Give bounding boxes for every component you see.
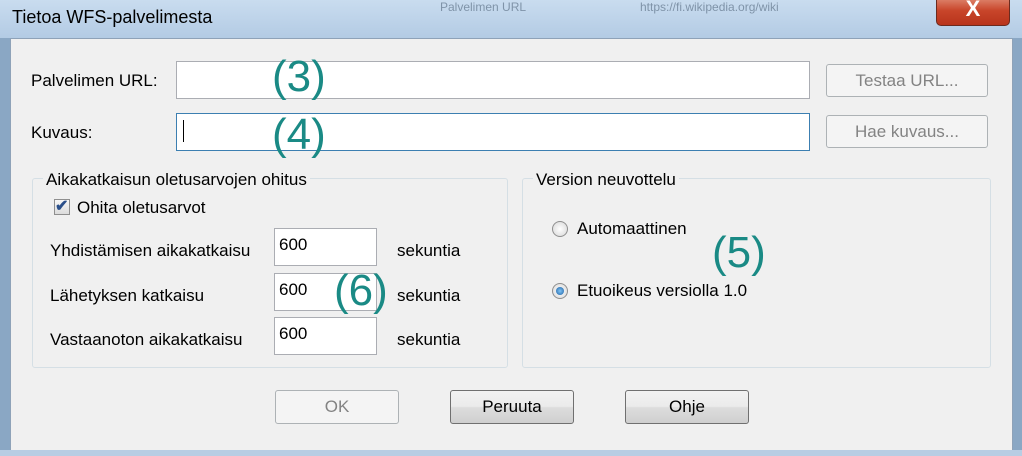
connection-timeout-label: Yhdistämisen aikakatkaisu	[50, 241, 251, 260]
help-button[interactable]: Ohje	[625, 390, 749, 424]
version-group-title: Version neuvottelu	[533, 170, 679, 190]
background-window-url: https://fi.wikipedia.org/wiki	[640, 0, 779, 14]
text-caret	[183, 120, 184, 142]
automatic-version-label: Automaattinen	[577, 219, 687, 238]
prefer-version-label: Etuoikeus versiolla 1.0	[577, 281, 748, 300]
override-defaults-checkbox[interactable]: ✔	[54, 198, 70, 215]
description-label: Kuvaus:	[31, 123, 93, 142]
background-window-text: Palvelimen URL	[440, 0, 527, 14]
send-timeout-unit: sekuntia	[397, 286, 461, 305]
timeout-group-title: Aikakatkaisun oletusarvojen ohitus	[43, 170, 310, 190]
radio-selected-dot	[556, 287, 564, 295]
test-url-button[interactable]: Testaa URL...	[826, 64, 988, 97]
service-url-label: Palvelimen URL:	[31, 71, 158, 90]
window-title: Tietoa WFS-palvelimesta	[12, 7, 213, 27]
fetch-description-button[interactable]: Hae kuvaus...	[826, 115, 988, 148]
prefer-version-radio[interactable]	[552, 283, 568, 299]
connection-timeout-unit: sekuntia	[397, 241, 461, 260]
cancel-button[interactable]: Peruuta	[450, 390, 574, 424]
window-bottom-edge	[0, 450, 1022, 456]
annotation-5: (5)	[712, 228, 766, 277]
ok-button[interactable]: OK	[275, 390, 399, 424]
annotation-3: (3)	[272, 52, 326, 101]
checkmark-icon: ✔	[55, 198, 69, 215]
connection-timeout-input[interactable]: 600	[274, 228, 377, 266]
title-bar: Tietoa WFS-palvelimesta Palvelimen URL h…	[0, 0, 1022, 38]
annotation-6: (6)	[334, 266, 388, 315]
override-defaults-label: Ohita oletusarvot	[77, 198, 206, 217]
annotation-4: (4)	[272, 110, 326, 159]
automatic-version-radio[interactable]	[552, 221, 568, 237]
receive-timeout-unit: sekuntia	[397, 330, 461, 349]
close-icon: X	[965, 0, 981, 21]
close-button[interactable]: X	[936, 0, 1010, 26]
receive-timeout-input[interactable]: 600	[274, 317, 377, 355]
send-timeout-label: Lähetyksen katkaisu	[50, 286, 205, 305]
receive-timeout-label: Vastaanoton aikakatkaisu	[50, 330, 243, 349]
